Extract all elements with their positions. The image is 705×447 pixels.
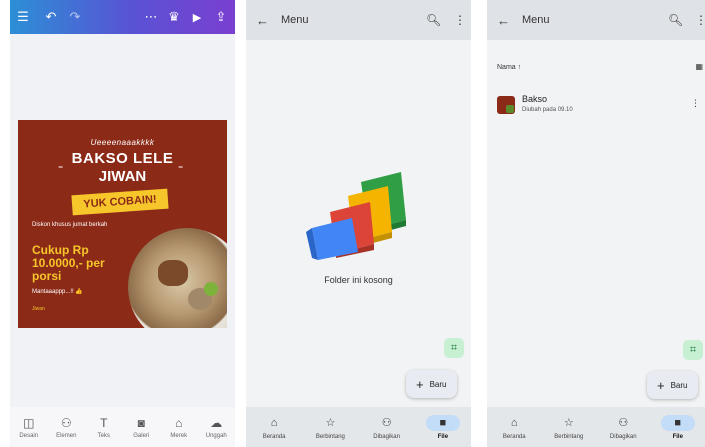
shared-icon: ⚇ bbox=[618, 417, 629, 429]
shared-icon: ⚇ bbox=[381, 417, 392, 429]
more-vert-icon[interactable]: ⋮ bbox=[695, 0, 705, 40]
grid-view-icon[interactable]: ▦ bbox=[695, 62, 703, 71]
drive-list-screen: ← Menu 🔍︎ ⋮ Nama ↑ ▦ Bakso Diubah pada 0… bbox=[487, 0, 705, 447]
scan-icon: ⌗ bbox=[450, 341, 458, 354]
drive-empty-screen: ← Menu 🔍︎ ⋮ Folder ini kosong ⌗ + Baru ⌂… bbox=[246, 0, 471, 447]
nav-item-beranda[interactable]: ⌂ Beranda bbox=[487, 407, 542, 447]
back-arrow-icon[interactable]: ← bbox=[256, 0, 269, 40]
star-icon: ☆ bbox=[563, 417, 574, 429]
app-bar: ← Menu 🔍︎ ⋮ bbox=[246, 0, 471, 40]
nav-item-beranda[interactable]: ⌂ Beranda bbox=[246, 407, 302, 447]
app-bar: ← Menu 🔍︎ ⋮ bbox=[487, 0, 705, 40]
nav-item-dibagikan[interactable]: ⚇ Dibagikan bbox=[359, 407, 415, 447]
layout-icon: ◫ bbox=[23, 415, 35, 430]
list-item[interactable]: Bakso Diubah pada 09.10 ⋮ bbox=[497, 94, 702, 118]
empty-folder-illustration bbox=[306, 172, 406, 260]
star-icon: ☆ bbox=[325, 417, 336, 429]
home-icon: ⌂ bbox=[510, 416, 518, 429]
text-icon: T bbox=[100, 415, 108, 430]
new-button-label: Baru bbox=[670, 380, 688, 390]
file-name: Bakso bbox=[522, 94, 548, 104]
search-icon[interactable]: 🔍︎ bbox=[426, 0, 441, 40]
nav-item-file[interactable]: ■ File bbox=[651, 407, 705, 447]
tool-desain[interactable]: ◫ Desain bbox=[10, 407, 48, 447]
more-vert-icon[interactable]: ⋮ bbox=[454, 0, 466, 40]
folder-icon: ■ bbox=[425, 414, 460, 431]
plus-icon: + bbox=[416, 376, 424, 392]
scan-icon: ⌗ bbox=[689, 343, 697, 356]
tool-galeri[interactable]: ◙ Galeri bbox=[123, 407, 161, 447]
play-icon[interactable]: ▶ bbox=[186, 0, 208, 34]
new-button[interactable]: + Baru bbox=[647, 371, 698, 399]
empty-folder-message: Folder ini kosong bbox=[324, 275, 393, 285]
folder-icon: ■ bbox=[660, 414, 695, 431]
more-vert-icon[interactable]: ⋮ bbox=[691, 98, 700, 109]
brand-icon: ⌂ bbox=[175, 415, 183, 430]
scan-button[interactable]: ⌗ bbox=[444, 338, 464, 358]
share-icon[interactable]: ⇪ bbox=[210, 0, 232, 34]
bottom-navigation: ⌂ Beranda ☆ Berbintang ⚇ Dibagikan ■ Fil… bbox=[246, 407, 471, 447]
editor-bottom-toolbar: ◫ Desain ⚇ Elemen T Teks ◙ Galeri ⌂ Mere… bbox=[10, 407, 235, 447]
design-shout: Ueeeenaaakkkk bbox=[90, 138, 155, 147]
crown-icon[interactable]: ♛ bbox=[163, 0, 185, 34]
scan-button[interactable]: ⌗ bbox=[683, 340, 703, 360]
nav-item-berbintang[interactable]: ☆ Berbintang bbox=[302, 407, 358, 447]
folder-title: Menu bbox=[281, 14, 309, 26]
nav-item-dibagikan[interactable]: ⚇ Dibagikan bbox=[596, 407, 651, 447]
menu-icon[interactable]: ☰ bbox=[12, 0, 34, 34]
design-tagline: Mantaaappp...!! 👍 bbox=[32, 289, 83, 295]
tool-elemen[interactable]: ⚇ Elemen bbox=[48, 407, 86, 447]
tool-unggah[interactable]: ☁ Unggah bbox=[198, 407, 236, 447]
upload-icon: ☁ bbox=[210, 415, 223, 430]
file-thumbnail bbox=[497, 96, 515, 114]
design-footer: Jiwan bbox=[32, 306, 45, 312]
shapes-icon: ⚇ bbox=[60, 415, 72, 430]
search-icon[interactable]: 🔍︎ bbox=[668, 0, 683, 40]
file-modified: Diubah pada 09.10 bbox=[522, 107, 573, 113]
new-button[interactable]: + Baru bbox=[406, 370, 457, 398]
camera-icon: ◙ bbox=[137, 415, 145, 430]
nav-item-file[interactable]: ■ File bbox=[415, 407, 471, 447]
sort-control[interactable]: Nama ↑ bbox=[497, 64, 521, 71]
canva-editor-screen: ☰ ↶ ↷ ⋯ ♛ ▶ ⇪ Ueeeenaaakkkk BAKSO LELE ⁼… bbox=[10, 0, 235, 447]
redo-icon[interactable]: ↷ bbox=[64, 0, 86, 34]
new-button-label: Baru bbox=[429, 379, 447, 389]
folder-title: Menu bbox=[522, 14, 550, 26]
tool-teks[interactable]: T Teks bbox=[85, 407, 123, 447]
home-icon: ⌂ bbox=[270, 416, 278, 429]
editor-toolbar: ☰ ↶ ↷ ⋯ ♛ ▶ ⇪ bbox=[10, 0, 235, 34]
plus-icon: + bbox=[657, 377, 665, 393]
design-cta: YUK COBAIN! bbox=[71, 188, 169, 216]
back-arrow-icon[interactable]: ← bbox=[497, 0, 510, 40]
lime-image bbox=[204, 282, 218, 296]
tool-merek[interactable]: ⌂ Merek bbox=[160, 407, 198, 447]
design-headline-1: BAKSO LELE bbox=[71, 150, 174, 167]
design-subtitle: Diskon khusus jumat berkah bbox=[32, 222, 108, 228]
design-canvas[interactable]: Ueeeenaaakkkk BAKSO LELE ⁼ ⁼ JIWAN YUK C… bbox=[18, 120, 227, 328]
undo-icon[interactable]: ↶ bbox=[40, 0, 62, 34]
more-icon[interactable]: ⋯ bbox=[140, 0, 162, 34]
nav-item-berbintang[interactable]: ☆ Berbintang bbox=[542, 407, 597, 447]
design-headline-2: JIWAN bbox=[98, 168, 147, 185]
bottom-navigation: ⌂ Beranda ☆ Berbintang ⚇ Dibagikan ■ Fil… bbox=[487, 407, 705, 447]
design-price: Cukup Rp 10.0000,- per porsi bbox=[32, 243, 105, 283]
meatball-image bbox=[158, 260, 188, 286]
